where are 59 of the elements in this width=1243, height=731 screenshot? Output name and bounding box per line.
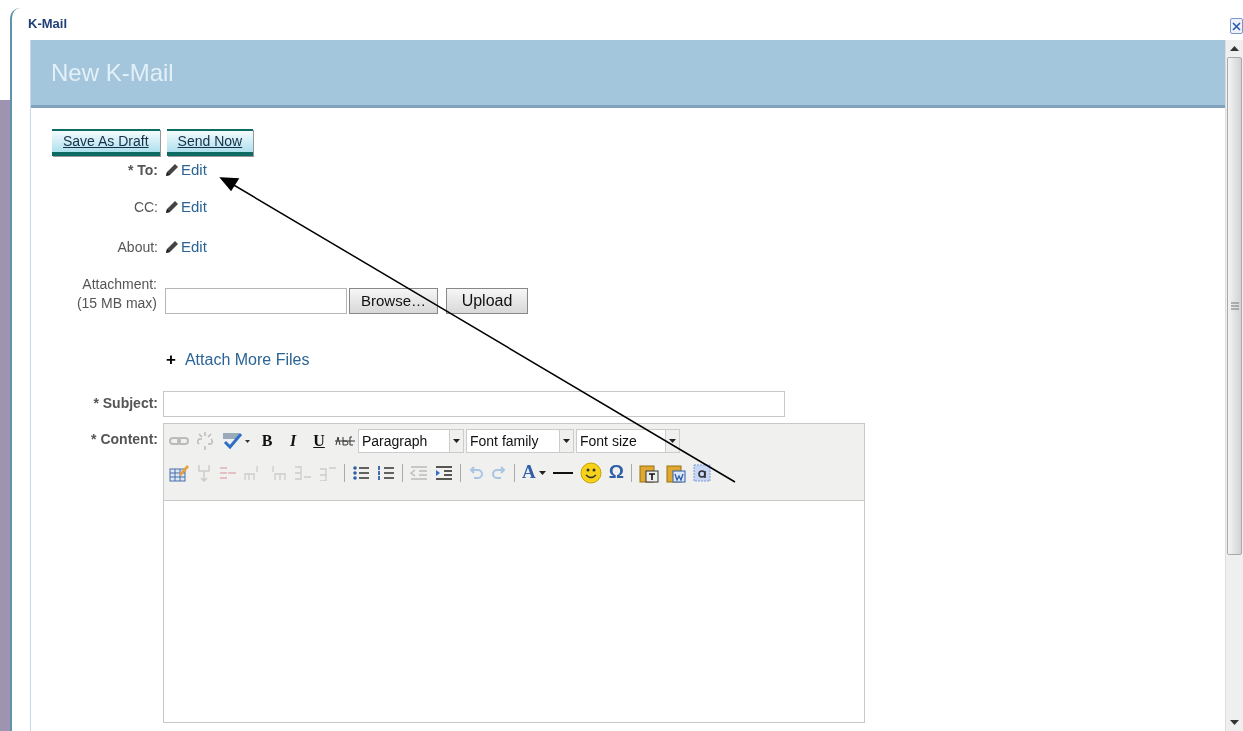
send-button[interactable]: Send Now [166,129,254,156]
dropdown-caret-icon [453,439,460,443]
plus-icon: + [166,347,176,373]
scroll-down-icon[interactable] [1230,720,1239,725]
text-color-button[interactable]: A [522,458,546,487]
pencil-icon [164,199,180,215]
italic-button[interactable]: I [283,429,303,453]
font-family-select[interactable]: Font family [466,429,574,453]
window-title: K-Mail [28,15,67,34]
attachment-size-note: (15 MB max) [75,294,157,313]
smiley-icon[interactable] [579,461,602,484]
special-character-button[interactable]: Ω [608,458,624,487]
numbered-list-icon[interactable] [377,464,395,481]
dropdown-caret-icon [538,470,546,475]
dropdown-caret-icon [563,439,570,443]
block-format-select[interactable]: Paragraph [358,429,464,453]
underline-button[interactable]: U [309,429,329,453]
horizontal-rule-icon[interactable] [552,470,573,475]
link-icon[interactable] [169,435,189,447]
file-path-field[interactable] [165,288,347,314]
dialog-heading: New K-Mail [51,57,174,88]
browse-button[interactable]: Browse… [349,288,438,314]
scrollbar-thumb[interactable] [1227,57,1242,555]
attach-more-files-link[interactable]: Attach More Files [184,347,310,372]
pencil-icon [164,162,180,178]
paste-word-icon[interactable] [665,462,686,483]
redo-icon[interactable] [491,465,507,480]
save-draft-button[interactable]: Save As Draft [52,129,160,156]
spellcheck-icon[interactable] [221,432,251,450]
subject-label: * Subject: [92,394,158,413]
outdent-icon[interactable] [410,464,428,481]
content-label: * Content: [90,429,158,449]
column-insert-icon[interactable] [219,465,237,480]
field-label: * To: [126,160,158,180]
edit-link[interactable]: Edit [164,158,207,182]
unlink-icon[interactable] [195,431,215,451]
bold-button[interactable]: B [257,429,277,453]
field-label: CC: [132,197,158,217]
table-edit-icon[interactable] [169,463,189,482]
attachment-label: Attachment: [81,275,157,294]
vertical-scrollbar[interactable] [1225,40,1243,731]
edit-link[interactable]: Edit [164,235,207,259]
close-button[interactable] [1230,18,1243,34]
grip-icon [1230,302,1239,310]
edit-link[interactable]: Edit [164,195,207,219]
upload-button[interactable]: Upload [446,288,528,314]
indent-icon[interactable] [435,464,453,481]
bullet-list-icon[interactable] [352,464,370,481]
select-all-icon[interactable] [692,463,711,482]
pencil-icon [164,239,180,255]
subject-field[interactable] [163,390,785,417]
scroll-up-icon[interactable] [1230,46,1239,51]
row-split-icon[interactable] [196,463,212,482]
paste-text-icon[interactable] [638,462,659,483]
dropdown-caret-icon [669,439,676,443]
strikethrough-icon[interactable] [335,436,355,446]
undo-icon[interactable] [468,465,484,480]
field-label: About: [116,237,158,257]
font-size-select[interactable]: Font size [576,429,680,453]
